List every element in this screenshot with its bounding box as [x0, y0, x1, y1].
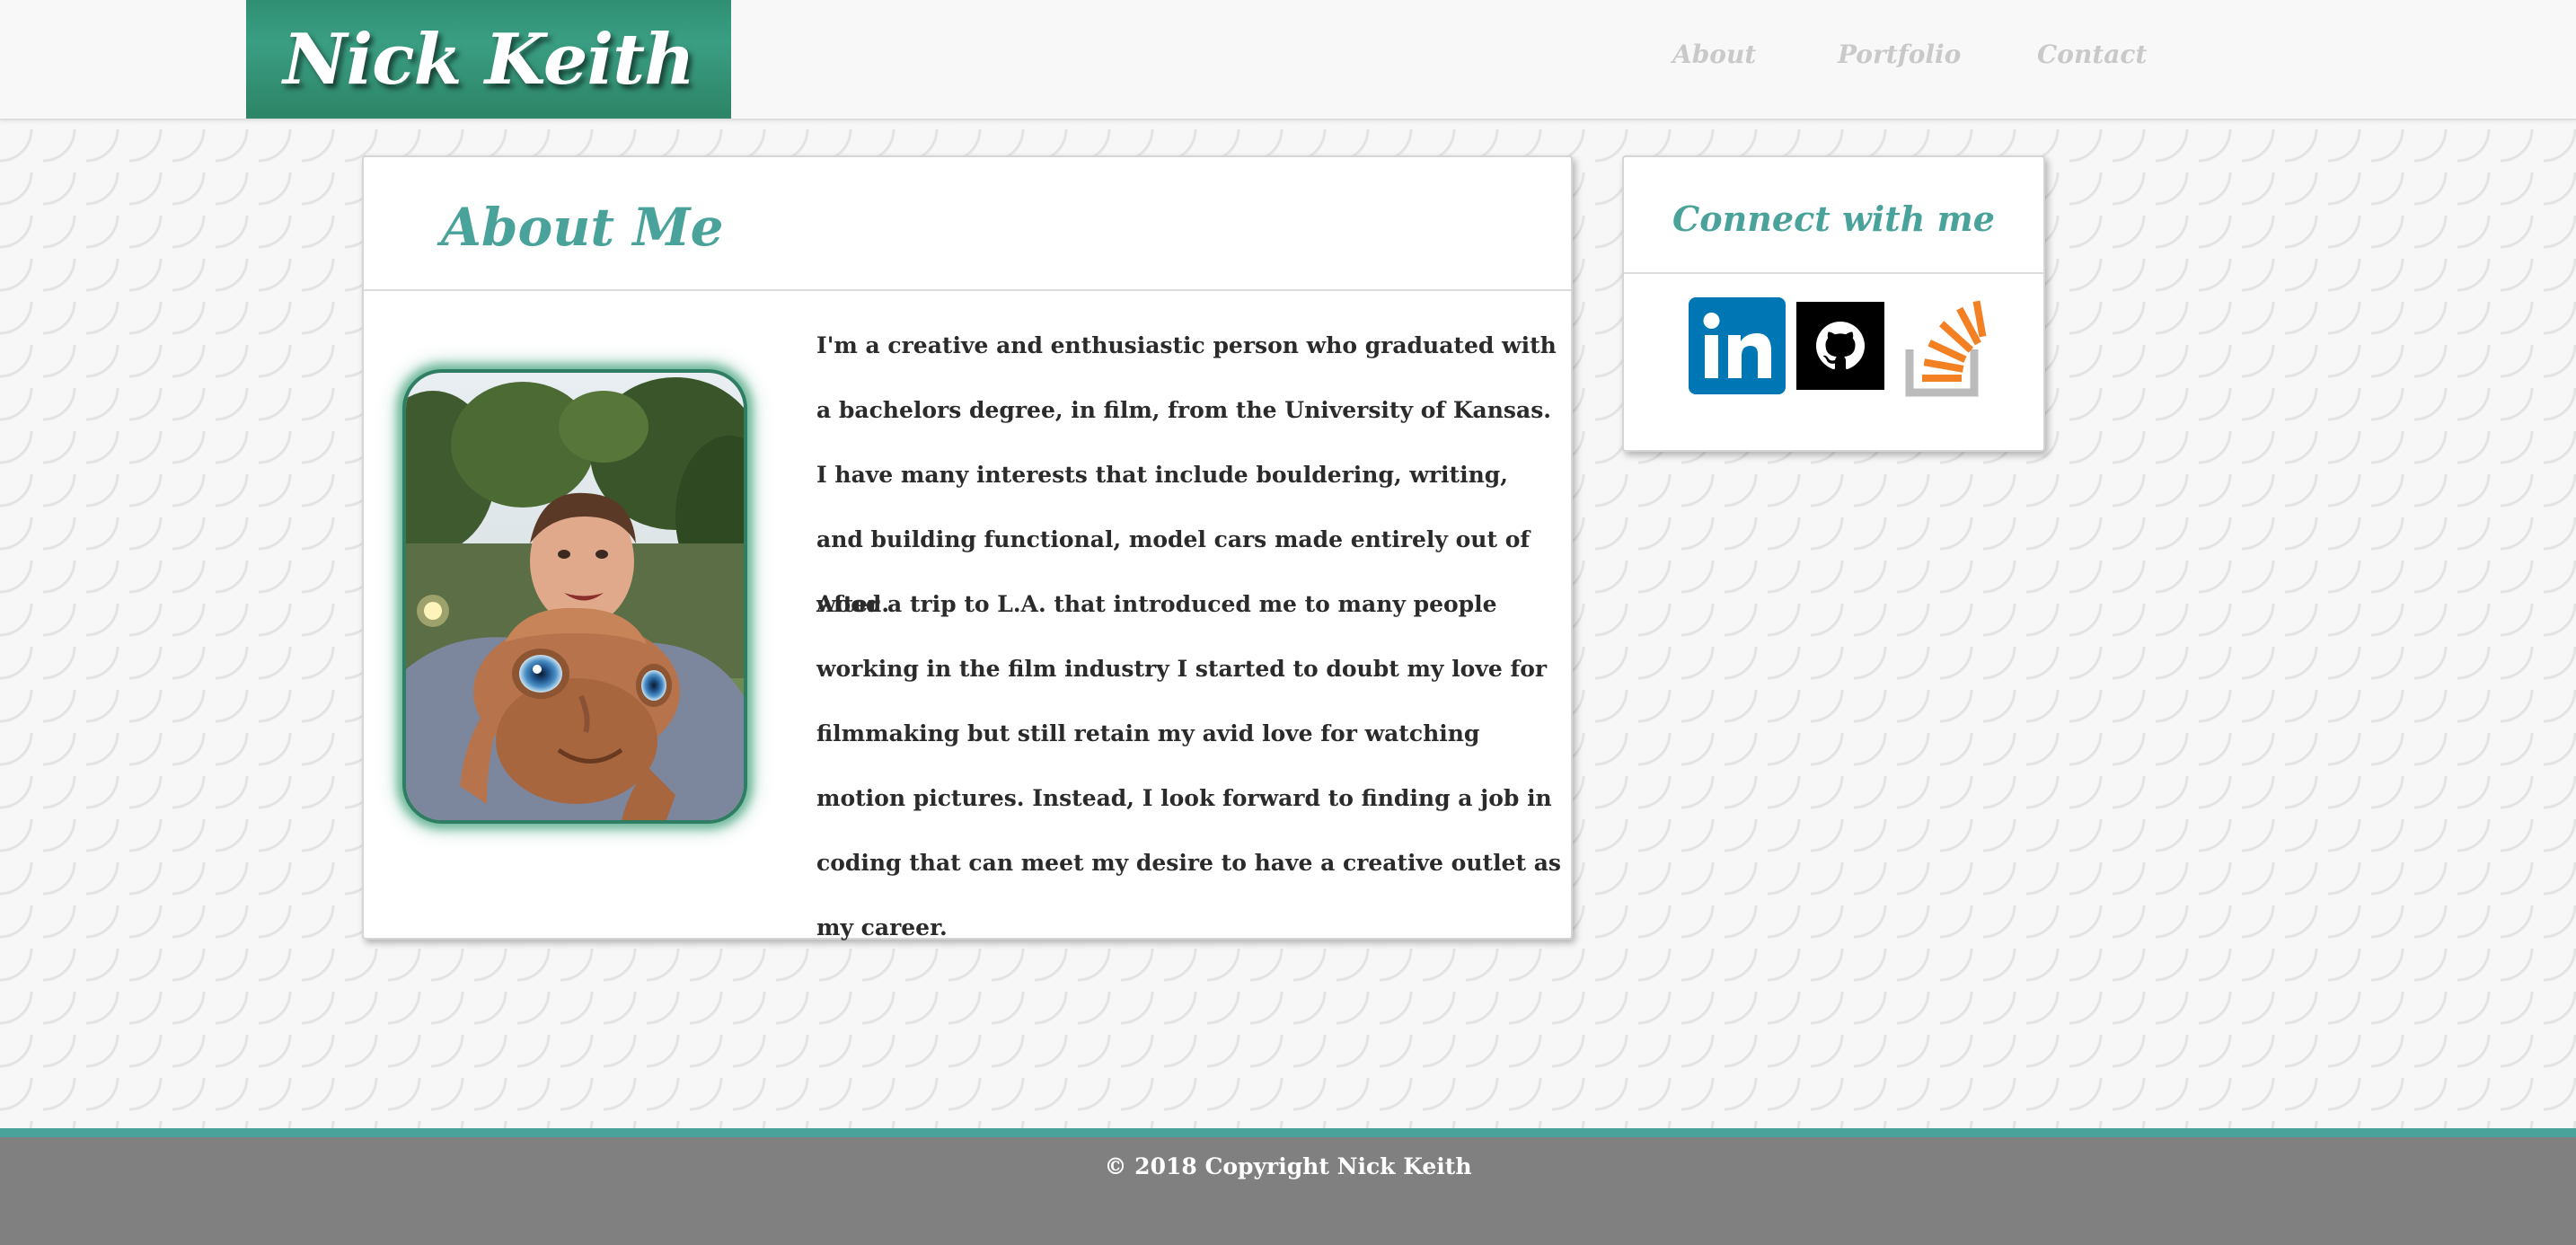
stackoverflow-icon [1905, 300, 1987, 397]
footer-accent-stripe [0, 1128, 2576, 1137]
connect-title: Connect with me [1672, 199, 1995, 239]
nav-link-contact[interactable]: Contact [2037, 40, 2147, 69]
footer-copyright: © 2018 Copyright Nick Keith [1104, 1153, 1472, 1179]
profile-photo-image [406, 373, 744, 820]
nav-link-portfolio[interactable]: Portfolio [1838, 40, 1961, 69]
about-title: About Me [441, 197, 724, 258]
about-card: About Me I'm a creative and enthusiastic… [362, 155, 1573, 940]
stackoverflow-link[interactable] [1904, 294, 1990, 402]
connect-divider [1624, 272, 2043, 274]
github-icon [1796, 302, 1884, 390]
linkedin-link[interactable] [1689, 297, 1786, 398]
brand-logo-link[interactable]: Nick Keith [246, 0, 731, 119]
brand-name: Nick Keith [283, 18, 695, 101]
linkedin-icon [1689, 297, 1786, 394]
nav-link-about[interactable]: About [1672, 40, 1756, 69]
github-link[interactable] [1796, 302, 1884, 393]
site-footer: © 2018 Copyright Nick Keith [0, 1137, 2576, 1245]
connect-card: Connect with me [1622, 155, 2045, 452]
profile-photo [402, 369, 747, 824]
about-paragraph-2: After a trip to L.A. that introduced me … [816, 591, 1561, 940]
site-header: Nick Keith About Portfolio Contact [0, 0, 2576, 120]
about-divider [364, 289, 1571, 291]
